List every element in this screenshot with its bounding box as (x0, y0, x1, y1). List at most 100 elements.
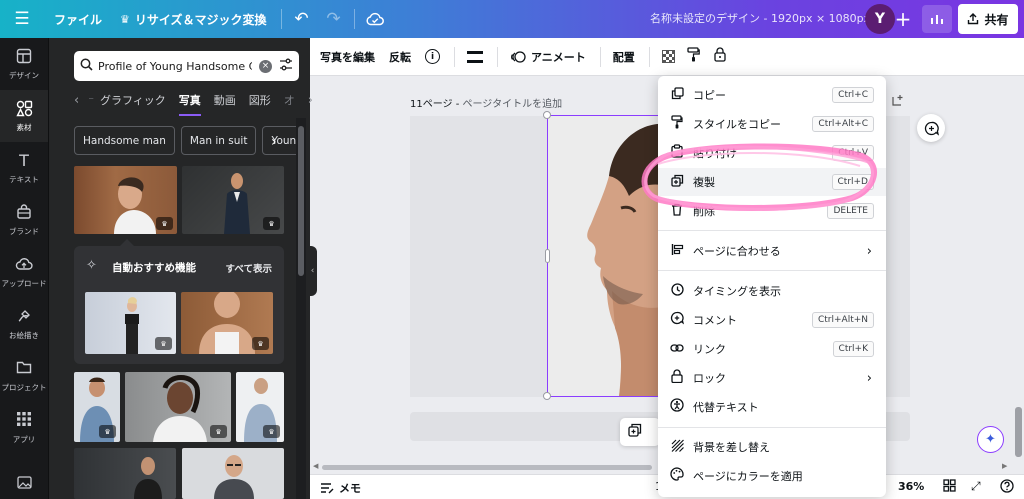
menu-item-delete[interactable]: 削除 DELETE (658, 197, 886, 225)
info-icon[interactable]: i (425, 49, 440, 64)
flip-button[interactable]: 反転 (389, 49, 411, 65)
resize-button[interactable]: ♛ リサイズ＆マジック変換 (110, 0, 277, 38)
rail-item-upload[interactable]: アップロード (0, 246, 48, 298)
tab-shapes[interactable]: 図形 (249, 90, 271, 116)
menu-item-lock[interactable]: ロック › (658, 364, 886, 392)
page-title-placeholder[interactable]: ページタイトルを追加 (463, 99, 563, 110)
notes-button[interactable]: メモ (320, 480, 361, 496)
menu-item-fit-page[interactable]: ページに合わせる › (658, 237, 886, 265)
photo-thumbnail[interactable]: ♛ (85, 292, 176, 354)
analytics-button[interactable] (922, 5, 952, 33)
auto-suggest-title: 自動おすすめ機能 (112, 262, 196, 274)
panel-scroll-thumb[interactable] (298, 126, 304, 276)
rail-item-elements[interactable]: 素材 (0, 90, 48, 142)
photo-thumbnail[interactable]: ♛ (125, 372, 231, 442)
position-button[interactable]: 配置 (613, 49, 635, 65)
undo-icon[interactable]: ↶ (286, 0, 318, 38)
menu-item-link[interactable]: リンク Ctrl+K (658, 335, 886, 363)
rail-item-draw[interactable]: お絵描き (0, 298, 48, 350)
menu-item-label: ページに合わせる (693, 245, 781, 258)
chip-handsome-man[interactable]: Handsome man (74, 126, 175, 155)
fullscreen-icon[interactable]: ⤢ (971, 479, 981, 494)
search-box[interactable]: Profile of Young Handsome C × (74, 51, 299, 81)
menu-item-label: リンク (693, 343, 726, 356)
page-title[interactable]: 11ページ - ページタイトルを追加 (410, 95, 562, 110)
add-collaborator-button[interactable]: + (890, 6, 916, 32)
shortcut-badge: Ctrl+K (832, 341, 874, 357)
zoom-level[interactable]: 36% (898, 480, 924, 493)
rail-item-apps[interactable]: アプリ (0, 402, 48, 454)
resize-handle[interactable] (543, 392, 551, 400)
show-all-link[interactable]: すべて表示 (226, 261, 272, 275)
floating-toolbar (620, 418, 660, 446)
rail-item-text[interactable]: T テキスト (0, 142, 48, 194)
menu-item-duplicate[interactable]: 複製 Ctrl+D (658, 168, 886, 196)
edit-photo-button[interactable]: 写真を編集 (320, 49, 375, 65)
lock-icon[interactable] (714, 47, 726, 66)
cloud-sync-icon[interactable] (359, 0, 391, 38)
replace-background-icon (669, 439, 685, 456)
photo-thumbnail[interactable] (182, 448, 284, 499)
photo-thumbnail[interactable]: ♛ (74, 372, 120, 442)
canvas-scroll-thumb[interactable] (1015, 407, 1022, 457)
menu-item-comment[interactable]: コメント Ctrl+Alt+N (658, 306, 886, 334)
photo-thumbnail[interactable] (74, 448, 176, 499)
animate-icon (511, 50, 526, 63)
canvas-scroll-thumb-horizontal[interactable] (322, 465, 652, 470)
resize-label: リサイズ＆マジック変換 (134, 12, 267, 27)
duplicate-icon[interactable] (628, 423, 642, 441)
tab-photos[interactable]: 写真 (178, 90, 201, 116)
tab-videos[interactable]: 動画 (214, 90, 236, 116)
selection-box[interactable] (547, 115, 669, 397)
rail-item-brand[interactable]: ブランド (0, 194, 48, 246)
hamburger-icon[interactable]: ☰ (0, 0, 44, 38)
shortcut-badge: Ctrl+Alt+N (811, 312, 874, 328)
scroll-left-icon[interactable]: ◀ (313, 462, 318, 470)
help-icon[interactable] (1000, 479, 1014, 496)
rail-item-image[interactable] (0, 470, 48, 498)
menu-item-alt-text[interactable]: 代替テキスト (658, 393, 886, 421)
collapse-panel-button[interactable]: ‹ (308, 246, 317, 296)
chip-man-in-suit[interactable]: Man in suit (180, 126, 257, 155)
search-input[interactable]: Profile of Young Handsome C (98, 60, 252, 73)
menu-item-show-timing[interactable]: タイミングを表示 (658, 277, 886, 305)
grid-view-icon[interactable] (943, 479, 956, 495)
transparency-icon[interactable] (661, 50, 675, 63)
tabs-scroll-right-icon[interactable]: › (308, 90, 313, 116)
document-title[interactable]: 名称未設定のデザイン - 1920px × 1080px (650, 0, 870, 38)
canvas-scrollbar-vertical[interactable] (1013, 76, 1024, 464)
resize-handle[interactable] (543, 111, 551, 119)
photo-thumbnail[interactable]: ♛ (236, 372, 284, 442)
animate-button[interactable]: アニメート (510, 49, 586, 65)
magic-assistant-button[interactable]: ✦ (977, 426, 1004, 453)
photo-thumbnail[interactable]: ♛ (182, 166, 284, 234)
menu-item-paste[interactable]: 貼り付け Ctrl+V (658, 139, 886, 167)
chips-next-icon[interactable]: › (271, 134, 277, 150)
menu-item-replace-background[interactable]: 背景を差し替え (658, 433, 886, 461)
menu-item-label: コピー (693, 89, 726, 102)
toolbar-divider (648, 46, 650, 67)
menu-item-copy[interactable]: コピー Ctrl+C (658, 81, 886, 109)
resize-handle[interactable] (545, 249, 550, 263)
border-style-icon[interactable] (467, 50, 483, 63)
filter-icon[interactable] (279, 58, 293, 75)
file-menu-button[interactable]: ファイル (44, 0, 110, 38)
tab-graphics[interactable]: グラフィック (100, 90, 166, 116)
clear-search-icon[interactable]: × (259, 59, 272, 73)
paint-roller-icon[interactable] (687, 47, 700, 66)
add-page-icon[interactable] (892, 94, 904, 109)
menu-item-apply-color[interactable]: ページにカラーを適用 (658, 462, 886, 490)
rail-item-projects[interactable]: プロジェクト (0, 350, 48, 402)
menu-item-copy-style[interactable]: スタイルをコピー Ctrl+Alt+C (658, 110, 886, 138)
redo-icon[interactable]: ↷ (318, 0, 350, 38)
photo-thumbnail[interactable]: ♛ (181, 292, 273, 354)
comment-add-icon[interactable] (917, 114, 945, 142)
tab-audio[interactable]: オ (284, 90, 295, 116)
scroll-right-icon[interactable]: ▶ (1002, 462, 1007, 470)
premium-crown-icon: ♛ (263, 425, 280, 438)
share-button[interactable]: 共有 (958, 4, 1018, 34)
rail-label: 素材 (16, 122, 32, 132)
photo-thumbnail[interactable]: ♛ (74, 166, 177, 234)
rail-item-design[interactable]: デザイン (0, 38, 48, 90)
tabs-scroll-left-icon[interactable]: ‹ (74, 90, 79, 116)
